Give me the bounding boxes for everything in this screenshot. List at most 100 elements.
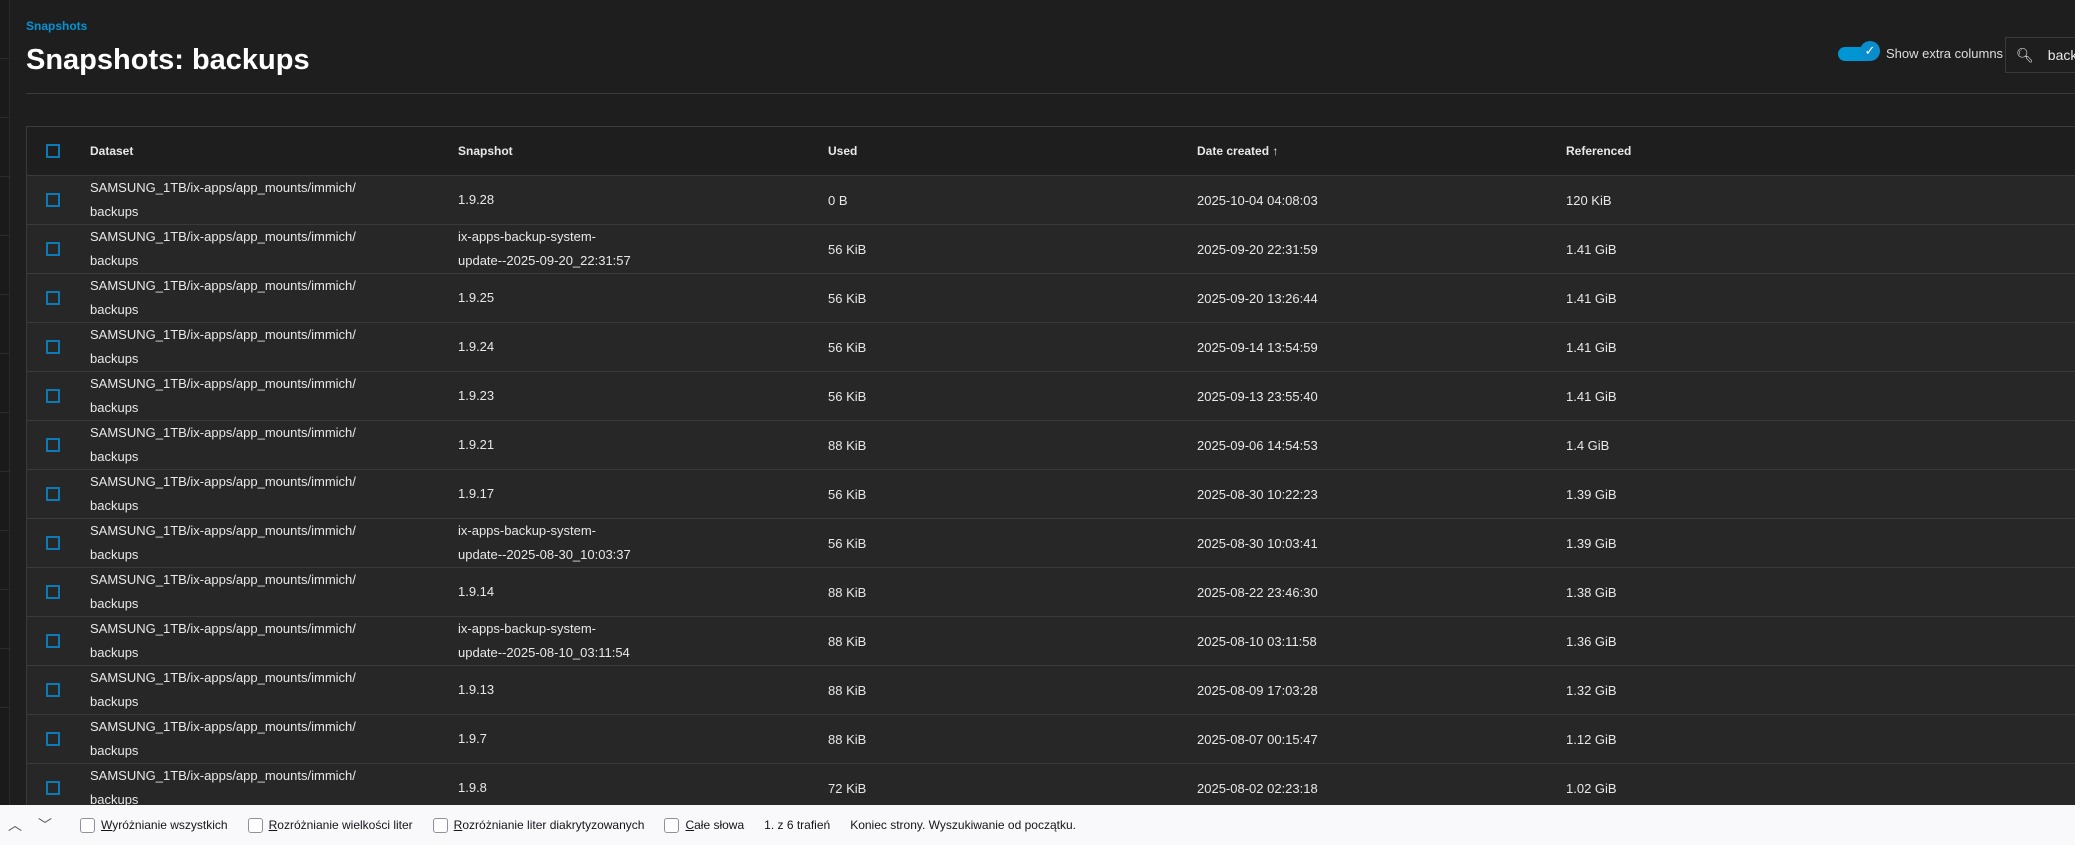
cell-used: 88 KiB <box>828 682 867 698</box>
cell-date-created: 2025-09-14 13:54:59 <box>1197 339 1318 355</box>
table-row[interactable]: SAMSUNG_1TB/ix-apps/app_mounts/immich/ b… <box>27 176 2075 225</box>
option-label: Wyróżnianie wszystkich <box>101 818 228 832</box>
cell-used: 56 KiB <box>828 388 867 404</box>
cell-date-created: 2025-08-02 02:23:18 <box>1197 780 1318 796</box>
row-checkbox[interactable] <box>46 438 60 452</box>
toggle-label: Show extra columns <box>1886 46 2004 61</box>
column-date-created[interactable]: Date created ↑ <box>1197 144 1566 158</box>
row-checkbox[interactable] <box>46 340 60 354</box>
cell-snapshot: 1.9.25 <box>458 290 495 305</box>
find-next-icon[interactable]: ﹀ <box>30 815 60 835</box>
snapshots-table: Dataset Snapshot Used Date created ↑ Ref… <box>26 126 2075 813</box>
highlight-all-checkbox[interactable]: Wyróżnianie wszystkich <box>80 817 228 833</box>
row-checkbox[interactable] <box>46 291 60 305</box>
page-title: Snapshots: backups <box>26 44 310 76</box>
whole-words-checkbox[interactable]: Całe słowa <box>664 817 744 833</box>
cell-snapshot: 1.9.7 <box>458 731 487 746</box>
table-row[interactable]: SAMSUNG_1TB/ix-apps/app_mounts/immich/ b… <box>27 666 2075 715</box>
table-row[interactable]: SAMSUNG_1TB/ix-apps/app_mounts/immich/ b… <box>27 372 2075 421</box>
check-icon: ✓ <box>1860 40 1880 61</box>
cell-date-created: 2025-09-20 22:31:59 <box>1197 241 1318 257</box>
cell-used: 88 KiB <box>828 731 867 747</box>
cell-referenced: 1.36 GiB <box>1566 633 1617 649</box>
cell-snapshot: 1.9.24 <box>458 339 495 354</box>
cell-dataset: SAMSUNG_1TB/ix-apps/app_mounts/immich/ b… <box>90 327 356 366</box>
find-previous-icon[interactable]: ︿ <box>0 815 30 835</box>
search-value: backups <box>2047 47 2075 63</box>
cell-snapshot: 1.9.23 <box>458 388 495 403</box>
cell-dataset: SAMSUNG_1TB/ix-apps/app_mounts/immich/ b… <box>90 229 356 268</box>
cell-used: 88 KiB <box>828 584 867 600</box>
cell-date-created: 2025-10-04 04:08:03 <box>1197 192 1318 208</box>
table-row[interactable]: SAMSUNG_1TB/ix-apps/app_mounts/immich/ b… <box>27 715 2075 764</box>
cell-dataset: SAMSUNG_1TB/ix-apps/app_mounts/immich/ b… <box>90 180 356 219</box>
table-row[interactable]: SAMSUNG_1TB/ix-apps/app_mounts/immich/ b… <box>27 617 2075 666</box>
cell-dataset: SAMSUNG_1TB/ix-apps/app_mounts/immich/ b… <box>90 376 356 415</box>
toggle-track: ✓ <box>1838 40 1880 61</box>
cell-used: 56 KiB <box>828 535 867 551</box>
table-row[interactable]: SAMSUNG_1TB/ix-apps/app_mounts/immich/ b… <box>27 519 2075 568</box>
cell-dataset: SAMSUNG_1TB/ix-apps/app_mounts/immich/ b… <box>90 474 356 513</box>
cell-dataset: SAMSUNG_1TB/ix-apps/app_mounts/immich/ b… <box>90 523 356 562</box>
match-count: 1. z 6 trafień <box>764 818 831 832</box>
column-dataset[interactable]: Dataset <box>90 139 458 163</box>
table-row[interactable]: SAMSUNG_1TB/ix-apps/app_mounts/immich/ b… <box>27 421 2075 470</box>
cell-referenced: 1.41 GiB <box>1566 388 1617 404</box>
row-checkbox[interactable] <box>46 193 60 207</box>
column-snapshot[interactable]: Snapshot <box>458 139 828 163</box>
cell-dataset: SAMSUNG_1TB/ix-apps/app_mounts/immich/ b… <box>90 572 356 611</box>
cell-date-created: 2025-08-30 10:03:41 <box>1197 535 1318 551</box>
cell-referenced: 1.41 GiB <box>1566 241 1617 257</box>
cell-used: 56 KiB <box>828 339 867 355</box>
row-checkbox[interactable] <box>46 536 60 550</box>
cell-referenced: 1.38 GiB <box>1566 584 1617 600</box>
table-row[interactable]: SAMSUNG_1TB/ix-apps/app_mounts/immich/ b… <box>27 470 2075 519</box>
row-checkbox[interactable] <box>46 242 60 256</box>
breadcrumb-snapshots[interactable]: Snapshots <box>26 19 87 33</box>
option-label: Rozróżnianie wielkości liter <box>268 818 413 832</box>
match-case-checkbox[interactable]: Rozróżnianie wielkości liter <box>247 817 413 833</box>
cell-snapshot: 1.9.13 <box>458 682 495 697</box>
column-used[interactable]: Used <box>828 144 1197 158</box>
row-checkbox[interactable] <box>46 732 60 746</box>
find-bar: ︿ ﹀ Wyróżnianie wszystkich Rozróżnianie … <box>0 805 2075 845</box>
sort-arrow-icon: ↑ <box>1272 144 1279 158</box>
column-referenced[interactable]: Referenced <box>1566 144 1866 158</box>
match-diacritics-checkbox[interactable]: Rozróżnianie liter diakrytyzowanych <box>432 817 645 833</box>
cell-snapshot: 1.9.28 <box>458 192 495 207</box>
option-label: Rozróżnianie liter diakrytyzowanych <box>453 818 645 832</box>
show-extra-columns-toggle[interactable]: ✓ Show extra columns <box>1838 40 2004 61</box>
sidebar <box>0 0 10 805</box>
search-input[interactable]: 🔍︎ backups <box>2005 37 2075 73</box>
row-checkbox[interactable] <box>46 634 60 648</box>
cell-used: 56 KiB <box>828 241 867 257</box>
cell-snapshot: 1.9.21 <box>458 437 495 452</box>
cell-referenced: 1.41 GiB <box>1566 290 1617 306</box>
select-all-checkbox[interactable] <box>46 144 60 158</box>
table-row[interactable]: SAMSUNG_1TB/ix-apps/app_mounts/immich/ b… <box>27 274 2075 323</box>
cell-used: 56 KiB <box>828 290 867 306</box>
cell-used: 88 KiB <box>828 633 867 649</box>
row-checkbox[interactable] <box>46 487 60 501</box>
cell-dataset: SAMSUNG_1TB/ix-apps/app_mounts/immich/ b… <box>90 670 356 709</box>
cell-referenced: 1.39 GiB <box>1566 486 1617 502</box>
cell-date-created: 2025-08-22 23:46:30 <box>1197 584 1318 600</box>
divider <box>26 93 2075 94</box>
cell-date-created: 2025-09-06 14:54:53 <box>1197 437 1318 453</box>
find-status: Koniec strony. Wyszukiwanie od początku. <box>850 818 1076 832</box>
row-checkbox[interactable] <box>46 781 60 795</box>
row-checkbox[interactable] <box>46 585 60 599</box>
cell-used: 0 B <box>828 192 848 208</box>
cell-snapshot: ix-apps-backup-system- update--2025-08-3… <box>458 523 631 562</box>
cell-used: 88 KiB <box>828 437 867 453</box>
cell-date-created: 2025-09-13 23:55:40 <box>1197 388 1318 404</box>
row-checkbox[interactable] <box>46 389 60 403</box>
table-row[interactable]: SAMSUNG_1TB/ix-apps/app_mounts/immich/ b… <box>27 225 2075 274</box>
cell-date-created: 2025-08-30 10:22:23 <box>1197 486 1318 502</box>
cell-referenced: 1.39 GiB <box>1566 535 1617 551</box>
table-row[interactable]: SAMSUNG_1TB/ix-apps/app_mounts/immich/ b… <box>27 568 2075 617</box>
table-row[interactable]: SAMSUNG_1TB/ix-apps/app_mounts/immich/ b… <box>27 323 2075 372</box>
cell-referenced: 1.32 GiB <box>1566 682 1617 698</box>
cell-date-created: 2025-08-07 00:15:47 <box>1197 731 1318 747</box>
row-checkbox[interactable] <box>46 683 60 697</box>
